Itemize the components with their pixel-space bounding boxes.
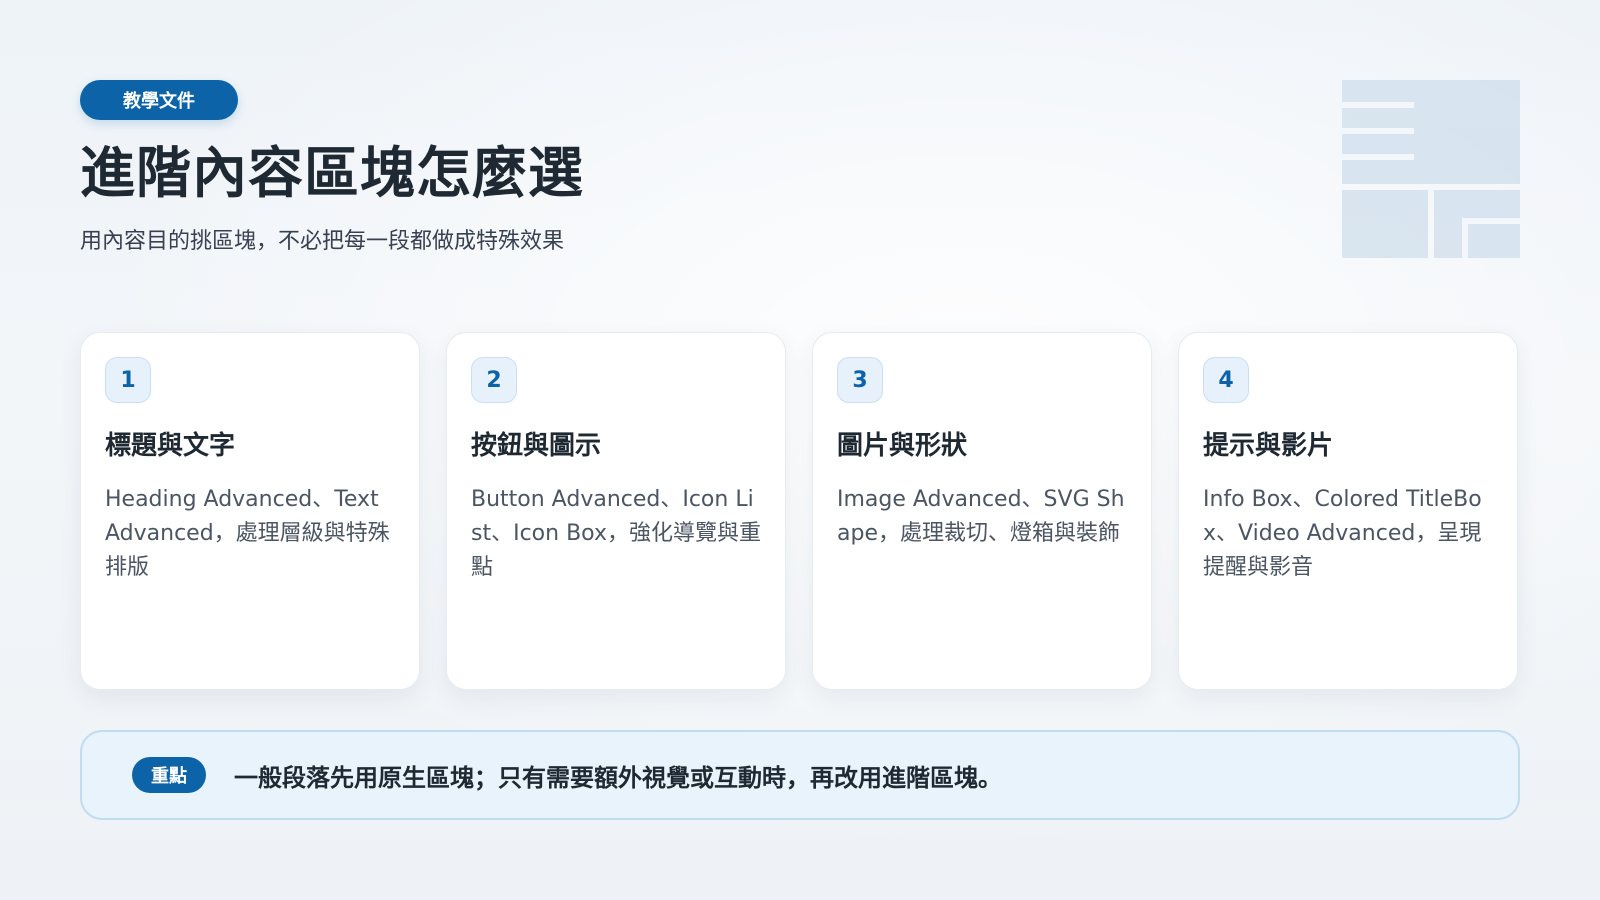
category-tag: 教學文件 [80,80,238,120]
card-title: 提示與影片 [1203,431,1334,461]
page-title: 進階內容區塊怎麼選 [80,141,585,205]
content-card: 4 提示與影片 Info Box、Colored TitleBox、Video … [1178,332,1518,690]
key-point-callout: 重點 一般段落先用原生區塊；只有需要額外視覺或互動時，再改用進階區塊。 [80,730,1520,820]
page-subtitle: 用內容目的挑區塊，不必把每一段都做成特殊效果 [80,229,565,254]
card-number-badge: 4 [1203,357,1249,403]
card-description: Info Box、Colored TitleBox、Video Advanced… [1203,487,1482,580]
card-title: 圖片與形狀 [837,431,968,461]
layout-grid-icon [1342,80,1520,258]
content-cards: 1 標題與文字 Heading Advanced、Text Advanced，處… [80,332,1520,692]
content-card: 3 圖片與形狀 Image Advanced、SVG Shape，處理裁切、燈箱… [812,332,1152,690]
card-description: Image Advanced、SVG Shape，處理裁切、燈箱與裝飾 [837,487,1125,546]
card-title: 按鈕與圖示 [471,431,602,461]
card-number-badge: 3 [837,357,883,403]
content-card: 1 標題與文字 Heading Advanced、Text Advanced，處… [80,332,420,690]
card-title: 標題與文字 [105,431,236,461]
card-description: Button Advanced、Icon List、Icon Box，強化導覽與… [471,487,761,580]
card-number-badge: 2 [471,357,517,403]
key-point-badge: 重點 [132,757,206,793]
card-description: Heading Advanced、Text Advanced，處理層級與特殊排版 [105,487,390,580]
card-number-badge: 1 [105,357,151,403]
key-point-text: 一般段落先用原生區塊；只有需要額外視覺或互動時，再改用進階區塊。 [234,763,1002,792]
content-card: 2 按鈕與圖示 Button Advanced、Icon List、Icon B… [446,332,786,690]
